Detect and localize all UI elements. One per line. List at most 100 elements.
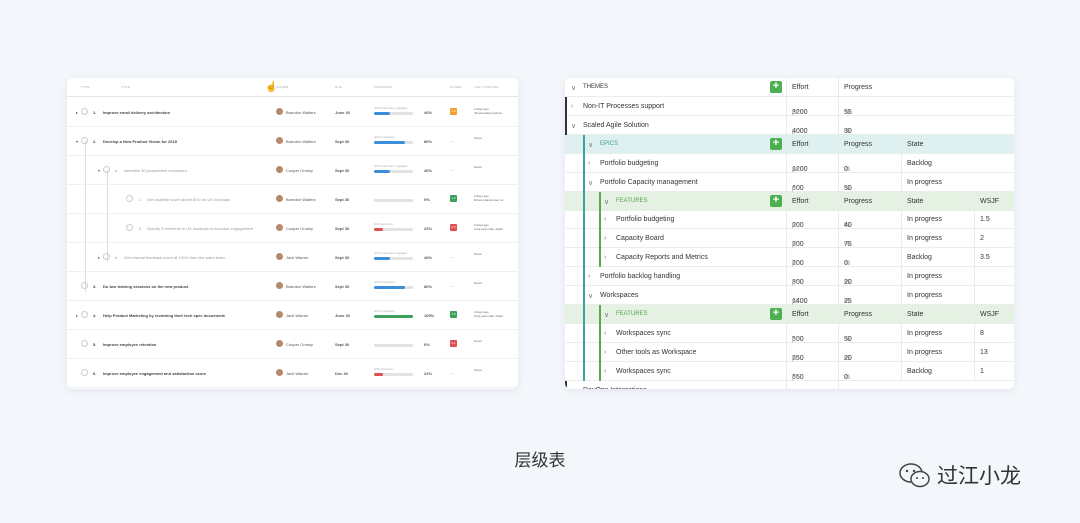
table-row[interactable]: ▸ b. Get internal feedback score of 10/10 …: [67, 243, 518, 272]
table-row[interactable]: 1. Get usability score above 8/10 on UX m…: [67, 185, 518, 214]
expand-arrow-icon[interactable]: ▸: [98, 255, 100, 260]
list-item[interactable]: ›DevOps Integrations2000pt40%: [565, 380, 1014, 390]
status-circle-icon[interactable]: [81, 311, 88, 318]
chevron-down-icon[interactable]: ∨: [571, 122, 576, 130]
chevron-right-icon[interactable]: ›: [604, 254, 606, 261]
list-item[interactable]: › Portfolio budgeting 200 pt 40% In progress 1…: [565, 210, 1014, 230]
status-circle-icon[interactable]: [126, 224, 133, 231]
table-row[interactable]: 6. Improve employee engagement and satisf…: [67, 359, 518, 388]
col-type[interactable]: TYPE: [81, 85, 90, 89]
expand-arrow-icon[interactable]: ▸: [76, 110, 78, 115]
chevron-right-icon[interactable]: ›: [588, 273, 590, 280]
table-row[interactable]: 2. Specify 5 elements in UX mockups to in…: [67, 214, 518, 243]
expand-arrow-icon[interactable]: ▾: [76, 139, 78, 144]
expand-arrow-icon[interactable]: ▸: [76, 313, 78, 318]
status-circle-icon[interactable]: [103, 166, 110, 173]
row-title[interactable]: Specify 5 elements in UX mockups to incr…: [147, 226, 253, 231]
list-item[interactable]: › Capacity Reports and Metrics 200 pt 0% Back…: [565, 248, 1014, 268]
row-title[interactable]: Help Product Marketing by reviewing thei…: [103, 313, 225, 318]
table-row[interactable]: 3. Do two training sessions on the new pr…: [67, 272, 518, 301]
score-badge: 0.1: [450, 340, 457, 347]
hierarchy-table-left: TYPE TITLE OWNER DUE PROGRESS SCORE LAST…: [67, 78, 518, 389]
status-circle-icon[interactable]: [81, 137, 88, 144]
list-item[interactable]: › Workspaces sync 500 pt 50% In progress 8: [565, 323, 1014, 343]
expand-arrow-icon[interactable]: ▾: [98, 168, 100, 173]
chevron-right-icon[interactable]: ›: [571, 103, 573, 110]
row-title[interactable]: Improve employee retention: [103, 342, 156, 347]
col-last-updated[interactable]: LAST UPDATED: [474, 85, 499, 89]
chevron-down-icon[interactable]: ∨: [588, 292, 593, 300]
item-name[interactable]: Workspaces sync: [616, 330, 671, 337]
item-name[interactable]: Portfolio budgeting: [616, 216, 674, 223]
chevron-down-icon[interactable]: ∨: [588, 179, 593, 187]
add-theme-button[interactable]: +: [770, 81, 782, 93]
item-name[interactable]: Scaled Agile Solution: [583, 122, 649, 129]
collapse-chevron-icon[interactable]: ∨: [604, 311, 609, 319]
epic-level-bar: [583, 191, 585, 211]
collapse-chevron-icon[interactable]: ∨: [604, 198, 609, 206]
item-name[interactable]: Other tools as Workspace: [616, 349, 696, 356]
chevron-right-icon[interactable]: ›: [604, 330, 606, 337]
row-title[interactable]: Improve email delivery architecture: [103, 110, 170, 115]
item-name[interactable]: Capacity Board: [616, 235, 664, 242]
due-date: Sept 30: [335, 226, 350, 231]
item-name[interactable]: Workspaces: [600, 292, 638, 299]
item-name[interactable]: Portfolio budgeting: [600, 160, 658, 167]
col-owner[interactable]: OWNER: [276, 85, 289, 89]
row-title[interactable]: Do two training sessions on the new prod…: [103, 284, 188, 289]
list-item[interactable]: › Other tools as Workspace 250 pt 20% In prog…: [565, 342, 1014, 362]
col-title[interactable]: TITLE: [121, 85, 130, 89]
chevron-right-icon[interactable]: ›: [604, 368, 606, 375]
collapse-chevron-icon[interactable]: ∨: [571, 84, 576, 92]
status-circle-icon[interactable]: [103, 253, 110, 260]
chevron-right-icon[interactable]: ›: [588, 160, 590, 167]
list-item[interactable]: ∨ Workspaces 1400 pt 25% In progress: [565, 286, 1014, 305]
collapse-chevron-icon[interactable]: ∨: [588, 141, 593, 149]
status-circle-icon[interactable]: [81, 108, 88, 115]
table-row[interactable]: ▸ 1. Improve email delivery architecture Br…: [67, 98, 518, 127]
status-circle-icon[interactable]: [81, 282, 88, 289]
row-title[interactable]: Interview 30 prospective customers: [124, 168, 187, 173]
item-name[interactable]: Portfolio Capacity management: [600, 179, 698, 186]
list-item[interactable]: › Non-IT Processes support 3200 pt 55%: [565, 97, 1014, 116]
item-name[interactable]: Workspaces sync: [616, 368, 671, 375]
add-feature-button[interactable]: +: [770, 307, 782, 320]
item-name[interactable]: Portfolio backlog handling: [600, 273, 680, 280]
list-item[interactable]: › Workspaces sync 650 pt 0% Backlog 1: [565, 361, 1014, 381]
owner-name: Jack Warren: [286, 255, 309, 260]
row-title[interactable]: Improve employee engagement and satisfac…: [103, 371, 206, 376]
col-progress[interactable]: PROGRESS: [374, 85, 393, 89]
row-title[interactable]: Get internal feedback score of 10/10 fro…: [124, 255, 225, 260]
item-name[interactable]: Capacity Reports and Metrics: [616, 254, 708, 261]
chevron-right-icon[interactable]: ›: [571, 387, 573, 390]
chevron-right-icon[interactable]: ›: [604, 235, 606, 242]
state-header: State: [907, 140, 924, 148]
item-name[interactable]: Non-IT Processes support: [583, 103, 664, 110]
col-due[interactable]: DUE: [335, 85, 342, 89]
col-score[interactable]: SCORE: [450, 85, 462, 89]
progress-bar: [374, 199, 413, 202]
add-feature-button[interactable]: +: [770, 194, 782, 207]
table-row[interactable]: ▸ 4. Help Product Marketing by reviewing t…: [67, 301, 518, 330]
list-item[interactable]: › Portfolio budgeting 1200 pt 0% Backlog: [565, 153, 1014, 173]
row-title[interactable]: Develop a New Product Vision for 2018: [103, 139, 177, 144]
list-item[interactable]: › Capacity Board 200 pt 75% In progress 2: [565, 229, 1014, 249]
progress-header: Progress: [844, 197, 873, 205]
list-item[interactable]: › Portfolio backlog handling 800 pt 20% In pr…: [565, 267, 1014, 287]
epics-label: EPICS: [600, 140, 619, 147]
chevron-right-icon[interactable]: ›: [604, 216, 606, 223]
status-circle-icon[interactable]: [81, 340, 88, 347]
item-name[interactable]: DevOps Integrations: [583, 387, 647, 390]
list-item[interactable]: ∨ Portfolio Capacity management 600 pt 50% In…: [565, 172, 1014, 192]
chevron-right-icon[interactable]: ›: [604, 349, 606, 356]
add-epic-button[interactable]: +: [770, 137, 782, 150]
list-item[interactable]: ∨ Scaled Agile Solution 4000 pt 30%: [565, 115, 1014, 135]
epic-level-bar: [583, 248, 585, 268]
avatar: [276, 166, 283, 173]
table-row[interactable]: ▾ 2. Develop a New Product Vision for 2018…: [67, 127, 518, 156]
table-row[interactable]: 5. Improve employee retention Cooper Crosb…: [67, 330, 518, 359]
row-title[interactable]: Get usability score above 8/10 on UX moc…: [147, 197, 230, 202]
status-circle-icon[interactable]: [126, 195, 133, 202]
status-circle-icon[interactable]: [81, 369, 88, 376]
table-row[interactable]: ▾ a. Interview 30 prospective customers Coo…: [67, 156, 518, 185]
